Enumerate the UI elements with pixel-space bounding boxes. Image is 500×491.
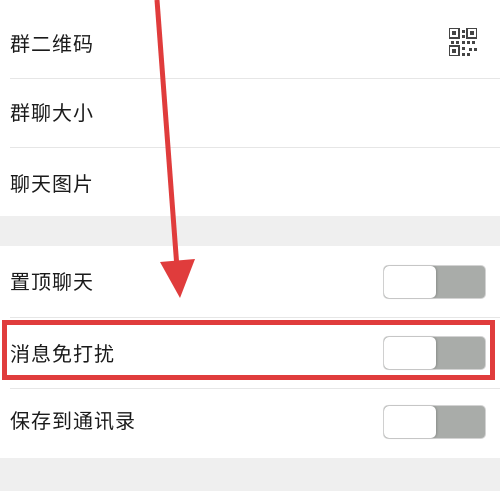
group-qr-row[interactable]: 群二维码 (0, 0, 500, 78)
toggle-knob (384, 406, 436, 438)
mute-notifications-toggle[interactable] (383, 336, 486, 370)
save-to-contacts-row: 保存到通讯录 (0, 389, 500, 458)
mute-notifications-label: 消息免打扰 (10, 342, 115, 366)
save-to-contacts-label: 保存到通讯录 (10, 409, 136, 433)
group-chat-settings-screen: 群二维码 群聊大小 聊天图片 置顶聊天 消息免打扰 保存到通讯录 (0, 0, 500, 491)
group-size-label: 群聊大小 (10, 101, 94, 125)
toggle-knob (384, 266, 436, 298)
qr-code-icon[interactable] (449, 28, 477, 56)
mute-notifications-row: 消息免打扰 (0, 318, 500, 388)
pin-chat-toggle[interactable] (383, 265, 486, 299)
pin-chat-label: 置顶聊天 (10, 270, 94, 294)
section-gap (0, 216, 500, 246)
toggle-knob (384, 337, 436, 369)
group-size-row[interactable]: 群聊大小 (0, 79, 500, 147)
section-gap (0, 458, 500, 491)
save-to-contacts-toggle[interactable] (383, 405, 486, 439)
group-qr-label: 群二维码 (10, 32, 94, 56)
chat-images-row[interactable]: 聊天图片 (0, 148, 500, 216)
pin-chat-row: 置顶聊天 (0, 246, 500, 317)
chat-images-label: 聊天图片 (10, 172, 94, 196)
